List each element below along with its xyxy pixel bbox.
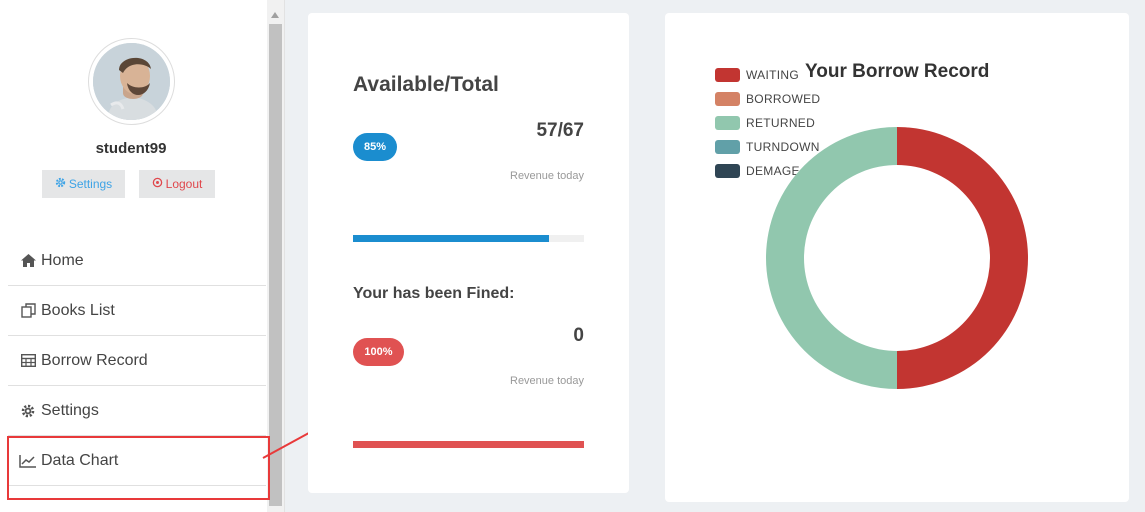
donut-slice-returned[interactable] xyxy=(766,127,897,389)
table-icon xyxy=(19,353,37,369)
legend-item-borrowed[interactable]: BORROWED xyxy=(715,87,820,111)
power-off-icon xyxy=(152,177,163,191)
fined-title: Your has been Fined: xyxy=(353,285,515,302)
gear-icon xyxy=(55,177,66,191)
scrollbar-thumb[interactable] xyxy=(269,24,282,506)
legend-swatch xyxy=(715,68,740,82)
settings-button[interactable]: Settings xyxy=(42,170,125,198)
nav-label-settings: Settings xyxy=(41,401,99,419)
available-percent-badge: 85% xyxy=(353,133,397,161)
available-progress-fill xyxy=(353,235,550,242)
scroll-up-arrow-icon[interactable] xyxy=(271,12,279,18)
nav-label-borrow-record: Borrow Record xyxy=(41,351,148,369)
gear-icon xyxy=(19,403,37,419)
legend-swatch xyxy=(715,92,740,106)
settings-button-label: Settings xyxy=(68,177,113,191)
legend-label: WAITING xyxy=(746,68,799,82)
avatar[interactable] xyxy=(88,38,175,125)
nav-item-books-list[interactable]: Books List xyxy=(8,286,266,336)
available-progress-bar xyxy=(353,235,584,242)
nav-item-borrow-record[interactable]: Borrow Record xyxy=(8,336,266,386)
legend-label: BORROWED xyxy=(746,92,821,106)
home-icon xyxy=(19,253,37,269)
fined-percent-badge: 100% xyxy=(353,338,404,366)
fined-progress-bar xyxy=(353,441,584,448)
legend-swatch xyxy=(715,140,740,154)
nav-item-settings[interactable]: Settings xyxy=(8,386,266,436)
fined-progress-fill xyxy=(353,441,584,448)
donut-slice-waiting[interactable] xyxy=(897,127,1028,389)
chart-title: Your Borrow Record xyxy=(805,61,990,82)
nav-label-books-list: Books List xyxy=(41,301,115,319)
annotation-highlight-box xyxy=(7,436,270,500)
nav-item-home[interactable]: Home xyxy=(8,236,266,286)
donut-chart[interactable] xyxy=(765,126,1029,390)
avatar-image xyxy=(93,43,170,120)
logout-button[interactable]: Logout xyxy=(139,170,215,198)
available-total-value: 57/67 xyxy=(536,120,584,141)
fined-caption: Revenue today xyxy=(510,375,584,387)
legend-swatch xyxy=(715,164,740,178)
legend-swatch xyxy=(715,116,740,130)
stats-card: Available/Total 85% 57/67 Revenue today … xyxy=(308,13,629,493)
available-caption: Revenue today xyxy=(510,170,584,182)
nav-label-home: Home xyxy=(41,251,84,269)
username: student99 xyxy=(95,140,167,157)
stats-title: Available/Total xyxy=(353,73,499,96)
logout-button-label: Logout xyxy=(165,177,203,191)
borrow-record-chart-card: WAITING BORROWED RETURNED TURNDOWN DEMAGE Yo… xyxy=(665,13,1129,502)
fined-value: 0 xyxy=(573,325,584,346)
clone-icon xyxy=(19,303,37,319)
